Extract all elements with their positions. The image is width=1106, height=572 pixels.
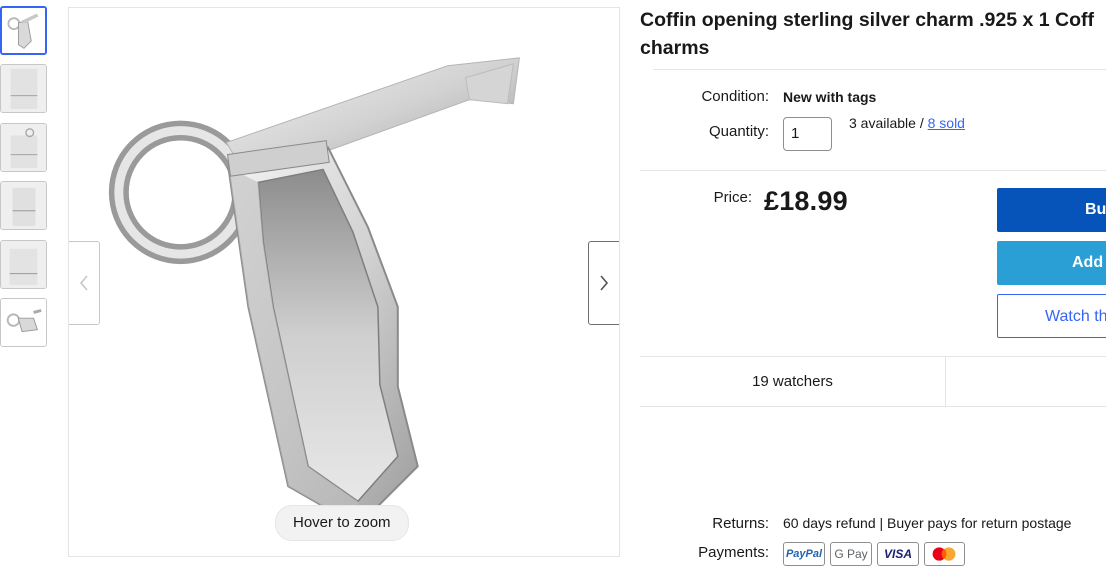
previous-image-button[interactable] <box>69 241 100 325</box>
mastercard-logo <box>932 547 956 561</box>
chevron-left-icon <box>79 275 88 291</box>
main-product-image[interactable]: Hover to zoom <box>68 7 620 557</box>
coffin-thumbnail-image <box>2 8 45 53</box>
ruler-thumbnail-image <box>1 241 46 288</box>
coffin-charm-image <box>108 57 520 528</box>
coffin-thumbnail-image <box>1 299 46 346</box>
ruler-thumbnail-image <box>1 124 46 171</box>
watchers-divider <box>640 406 1106 407</box>
listing-title-line-2: charms <box>640 37 710 59</box>
payments-label: Payments: <box>698 544 769 561</box>
buy-it-now-button[interactable]: Bu <box>997 188 1106 232</box>
quantity-input[interactable]: 1 <box>783 117 832 151</box>
add-to-basket-button[interactable]: Add <box>997 241 1106 285</box>
price-value: £18.99 <box>764 186 848 216</box>
hover-to-zoom-hint: Hover to zoom <box>275 505 409 541</box>
condition-label: Condition: <box>701 88 769 105</box>
listing-title-line-1: Coffin opening sterling silver charm .92… <box>640 9 1095 31</box>
listing-title: Coffin opening sterling silver charm .92… <box>640 6 1106 62</box>
visa-icon: VISA <box>877 542 919 566</box>
price-label: Price: <box>713 189 752 206</box>
thumbnail-6[interactable] <box>0 298 47 347</box>
title-divider <box>653 69 1106 70</box>
quantity-divider <box>640 170 1106 171</box>
next-image-button[interactable] <box>588 241 619 325</box>
returns-value: 60 days refund | Buyer pays for return p… <box>783 515 1072 531</box>
google-pay-icon: G Pay <box>830 542 872 566</box>
availability-info: 3 available / 8 sold <box>849 115 965 131</box>
condition-value: New with tags <box>783 89 877 105</box>
watch-item-button[interactable]: Watch th <box>997 294 1106 338</box>
thumbnail-1[interactable] <box>0 6 47 55</box>
thumbnail-3[interactable] <box>0 123 47 172</box>
thumbnail-4[interactable] <box>0 181 47 230</box>
watchers-count: 19 watchers <box>752 373 833 390</box>
sold-count-link[interactable]: 8 sold <box>928 115 965 131</box>
mastercard-icon <box>924 542 965 566</box>
thumbnail-2[interactable] <box>0 64 47 113</box>
watchers-separator <box>945 357 946 406</box>
paypal-icon: PayPal <box>783 542 825 566</box>
ruler-thumbnail-image <box>1 182 46 229</box>
ruler-thumbnail-image <box>1 65 46 112</box>
thumbnail-5[interactable] <box>0 240 47 289</box>
available-count: 3 available / <box>849 115 924 131</box>
quantity-label: Quantity: <box>708 123 769 140</box>
returns-label: Returns: <box>712 515 769 532</box>
chevron-right-icon <box>600 275 609 291</box>
